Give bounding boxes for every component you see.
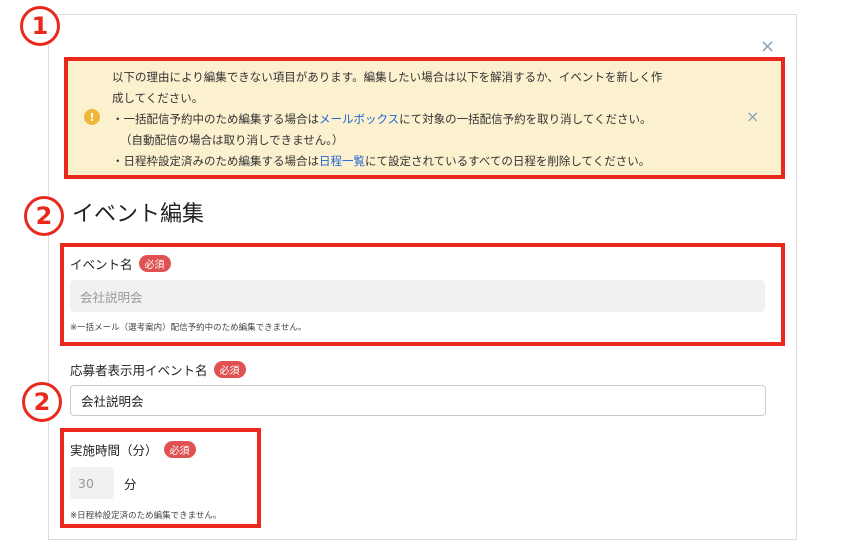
event-name-label: イベント名 必須 [70, 254, 171, 273]
duration-label: 実施時間（分） 必須 [70, 440, 196, 459]
required-badge: 必須 [213, 361, 246, 378]
annotation-marker-2b: 2 [22, 382, 62, 422]
annotation-box-alert [64, 57, 785, 179]
event-name-note: ※一括メール（選考案内）配信予約中のため編集できません。 [70, 323, 307, 333]
event-name-label-text: イベント名 [70, 257, 133, 272]
annotation-marker-1: 1 [20, 6, 60, 46]
event-name-input[interactable]: 会社説明会 [70, 280, 765, 312]
annotation-marker-2a: 2 [24, 196, 64, 236]
required-badge: 必須 [138, 255, 171, 272]
display-name-input[interactable]: 会社説明会 [70, 385, 766, 416]
display-name-label: 応募者表示用イベント名 必須 [70, 360, 246, 379]
modal-close-icon[interactable]: × [760, 38, 775, 56]
duration-input[interactable]: 30 [70, 467, 114, 499]
duration-label-text: 実施時間（分） [70, 443, 158, 458]
duration-note: ※日程枠設定済のため編集できません。 [70, 511, 222, 521]
page-title: イベント編集 [72, 202, 205, 227]
duration-unit: 分 [124, 477, 137, 492]
display-name-label-text: 応募者表示用イベント名 [70, 363, 208, 378]
required-badge: 必須 [163, 441, 196, 458]
